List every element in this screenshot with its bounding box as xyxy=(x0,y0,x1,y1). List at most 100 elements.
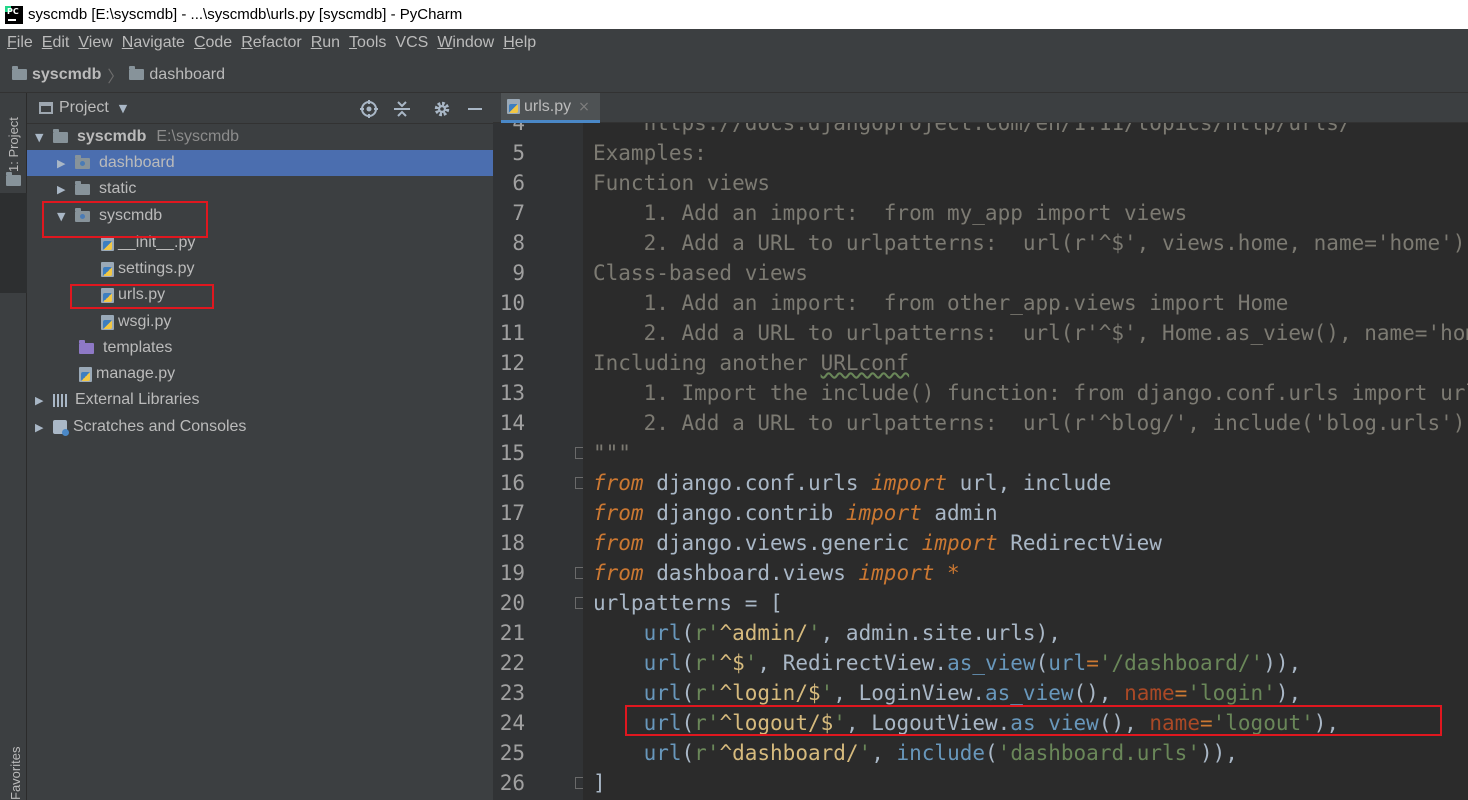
code-token: '/dashboard/' xyxy=(1098,651,1264,675)
fold-marker-icon[interactable] xyxy=(575,777,583,789)
menu-label: elp xyxy=(514,34,537,51)
code-token: ^admin/ xyxy=(719,621,808,645)
code-token: 2. Add a URL to urlpatterns: url(r'^$', … xyxy=(593,231,1466,255)
code-token: 2. Add a URL to urlpatterns: url(r'^$', … xyxy=(593,321,1468,345)
breadcrumb-child[interactable]: dashboard xyxy=(149,66,225,84)
folder-icon xyxy=(12,66,27,80)
menu-label: ile xyxy=(16,34,33,51)
line-number: 8 xyxy=(512,231,525,255)
code-token: 'dashboard.urls' xyxy=(997,741,1200,765)
line-number: 20 xyxy=(499,591,525,615)
code-token: Examples: xyxy=(593,141,707,165)
line-number-gutter: 4 5 6 7 8 9 10 11 12 13 14 15 16 17 18 19 20 21 22 23 24 25 26 xyxy=(493,123,583,800)
tree-node[interactable]: ▶ External Libraries xyxy=(27,387,493,413)
tree-node[interactable]: templates xyxy=(27,335,493,361)
code-token: Including another xyxy=(593,351,821,375)
target-icon[interactable] xyxy=(360,100,378,118)
project-tool-button[interactable] xyxy=(0,193,27,293)
code-token: django.contrib xyxy=(643,501,846,525)
code-token: 2. Add a URL to urlpatterns: url(r'^blog… xyxy=(593,411,1468,435)
editor-tab-bar: urls.py × xyxy=(493,93,1468,123)
python-file-icon xyxy=(101,261,114,277)
line-number: 12 xyxy=(499,351,525,375)
menu-item[interactable]: View xyxy=(78,34,112,52)
chevron-right-icon[interactable]: ▶ xyxy=(35,421,45,434)
code-line: from django.conf.urls import url, includ… xyxy=(593,468,1111,498)
dropdown-arrow-icon[interactable]: ▼ xyxy=(119,102,127,115)
fold-marker-icon[interactable] xyxy=(575,567,583,579)
tree-node[interactable]: ▼ syscmdb E:\syscmdb xyxy=(27,124,493,150)
hide-icon[interactable] xyxy=(466,100,484,118)
code-line: Including another URLconf xyxy=(593,348,909,378)
menu-item[interactable]: Help xyxy=(503,34,536,52)
chevron-right-icon[interactable]: ▶ xyxy=(57,183,67,196)
menu-label: ools xyxy=(357,34,387,51)
line-number: 15 xyxy=(499,441,525,465)
code-line: 1. Add an import: from my_app import vie… xyxy=(593,198,1188,228)
code-token: = xyxy=(1086,651,1099,675)
chevron-right-icon[interactable]: ▶ xyxy=(35,394,45,407)
breadcrumb-root[interactable]: syscmdb xyxy=(32,66,101,84)
code-token: ), xyxy=(1275,681,1302,705)
tree-node-label: External Libraries xyxy=(75,391,200,408)
tree-node[interactable]: settings.py xyxy=(27,256,493,282)
code-token: ' xyxy=(858,741,872,765)
code-token: , admin.site.urls), xyxy=(820,621,1061,645)
menu-item[interactable]: VCS xyxy=(395,34,428,52)
line-number: 4 xyxy=(512,123,525,135)
menu-item[interactable]: Code xyxy=(194,34,232,52)
line-number: 10 xyxy=(499,291,525,315)
code-token: r' xyxy=(694,681,720,705)
folder-icon xyxy=(53,128,68,143)
fold-marker-icon[interactable] xyxy=(575,477,583,489)
line-number: 21 xyxy=(499,621,525,645)
tree-node[interactable]: wsgi.py xyxy=(27,309,493,335)
code-line: Examples: xyxy=(593,138,707,168)
line-number: 7 xyxy=(512,201,525,225)
tab-urls-py[interactable]: urls.py × xyxy=(501,93,600,123)
code-token: https://docs.djangoproject.com/en/1.11/t… xyxy=(593,123,1352,135)
annotation-box-logout-line xyxy=(625,705,1442,736)
code-token: ( xyxy=(681,741,695,765)
menu-item[interactable]: File xyxy=(7,34,33,52)
menu-mnemonic: R xyxy=(241,34,253,51)
project-tool-label[interactable]: 1: Project xyxy=(6,117,21,172)
fold-marker-icon[interactable] xyxy=(575,597,583,609)
code-token: ] xyxy=(593,771,606,795)
code-editor[interactable]: https://docs.djangoproject.com/en/1.11/t… xyxy=(583,123,1468,800)
menu-item[interactable]: Edit xyxy=(42,34,70,52)
close-icon[interactable]: × xyxy=(578,99,590,115)
menu-item[interactable]: Refactor xyxy=(241,34,301,52)
tree-node[interactable]: ▶ Scratches and Consoles xyxy=(27,414,493,440)
line-number: 6 xyxy=(512,171,525,195)
scratch-icon xyxy=(53,420,69,436)
menu-item[interactable]: Run xyxy=(311,34,340,52)
project-view-selector[interactable]: Project xyxy=(59,99,109,117)
code-token: django.conf.urls xyxy=(643,471,872,495)
tab-label: urls.py xyxy=(524,97,572,115)
library-icon xyxy=(53,393,69,407)
menu-item[interactable]: Window xyxy=(437,34,494,52)
favorites-tool-label[interactable]: Favorites xyxy=(8,747,23,800)
menu-label: ode xyxy=(205,34,233,51)
title-bar: PC syscmdb [E:\syscmdb] - ...\syscmdb\ur… xyxy=(0,0,1468,29)
gear-icon[interactable] xyxy=(433,100,451,118)
app-logo-text: PC xyxy=(7,6,19,16)
chevron-down-icon[interactable]: ▼ xyxy=(35,131,45,144)
code-token: ( xyxy=(1035,651,1049,675)
collapse-all-icon[interactable] xyxy=(393,100,411,118)
fold-marker-icon[interactable] xyxy=(575,447,583,459)
code-token: ' xyxy=(820,681,834,705)
tree-node[interactable]: ▶ static xyxy=(27,176,493,202)
tree-node[interactable]: manage.py xyxy=(27,361,493,387)
menu-item[interactable]: Tools xyxy=(349,34,386,52)
menu-mnemonic: R xyxy=(310,34,323,51)
python-file-icon xyxy=(79,366,92,382)
code-token: ^login/$ xyxy=(719,681,821,705)
code-token: * xyxy=(947,561,960,585)
menu-item[interactable]: Navigate xyxy=(122,34,185,52)
menu-mnemonic: C xyxy=(193,34,206,51)
tree-node[interactable]: ▶ dashboard xyxy=(27,150,493,176)
chevron-right-icon[interactable]: ▶ xyxy=(57,157,67,170)
